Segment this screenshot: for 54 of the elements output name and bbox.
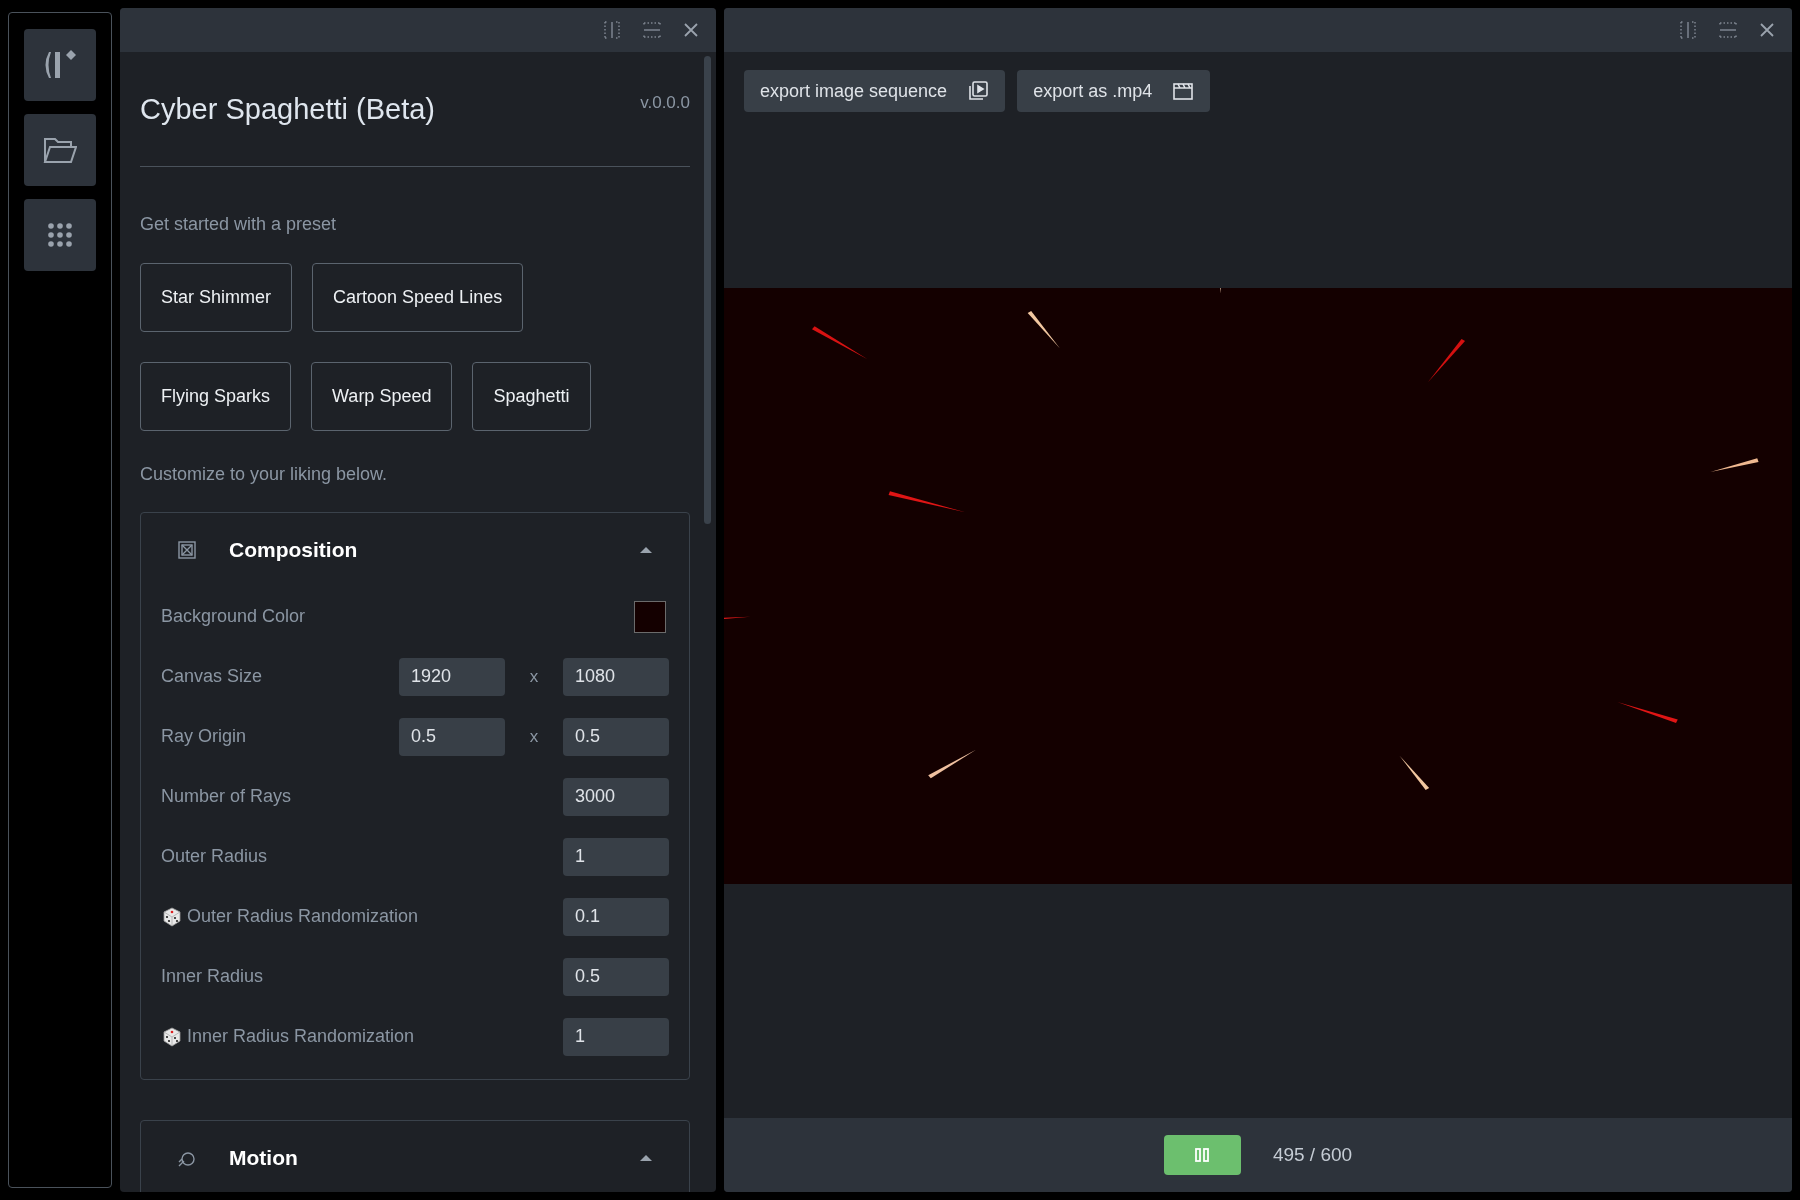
preset-prompt: Get started with a preset bbox=[140, 212, 338, 236]
collapse-caret-icon[interactable] bbox=[639, 1153, 653, 1162]
number-field[interactable]: 3000 bbox=[563, 777, 669, 816]
apps-button[interactable] bbox=[24, 199, 96, 271]
field-label: Canvas Size bbox=[161, 665, 263, 688]
section-title[interactable]: Motion bbox=[229, 1141, 639, 1174]
preset-button[interactable]: Cartoon Speed Lines bbox=[312, 262, 524, 332]
split-columns-icon[interactable] bbox=[602, 20, 622, 40]
app-title: Cyber Spaghetti (Beta) bbox=[140, 92, 435, 127]
number-field[interactable]: 1 bbox=[563, 837, 669, 876]
split-rows-icon[interactable] bbox=[642, 20, 662, 40]
number-field[interactable]: 0.5 bbox=[563, 957, 669, 996]
dice-icon bbox=[161, 905, 183, 928]
open-folder-button[interactable] bbox=[24, 114, 96, 186]
version-label: v.0.0.0 bbox=[640, 92, 690, 114]
preset-button[interactable]: Star Shimmer bbox=[140, 262, 293, 332]
folder-icon bbox=[43, 136, 77, 164]
clapperboard-icon bbox=[1172, 81, 1195, 101]
separator-text: x bbox=[528, 665, 540, 688]
preset-button[interactable]: Flying Sparks bbox=[140, 361, 292, 431]
field-label: Inner Radius bbox=[161, 965, 264, 988]
logo-button[interactable] bbox=[24, 29, 96, 101]
export-button[interactable]: export image sequence bbox=[744, 70, 1006, 112]
split-rows-icon[interactable] bbox=[1718, 20, 1738, 40]
section-title[interactable]: Composition bbox=[229, 533, 639, 566]
number-field[interactable]: 0.5 bbox=[399, 717, 505, 756]
field-label: Ray Origin bbox=[161, 725, 247, 748]
number-field[interactable]: 1 bbox=[563, 1017, 669, 1056]
frame-icon bbox=[177, 539, 197, 560]
field-label: Outer Radius bbox=[161, 845, 268, 868]
pause-icon bbox=[1194, 1147, 1211, 1163]
frame-counter: 495 / 600 bbox=[1272, 1142, 1353, 1167]
preset-button[interactable]: Warp Speed bbox=[311, 361, 453, 431]
number-field[interactable]: 0.1 bbox=[563, 897, 669, 936]
grid-icon bbox=[47, 222, 73, 248]
scrollbar-thumb[interactable] bbox=[704, 56, 711, 524]
split-columns-icon[interactable] bbox=[1678, 20, 1698, 40]
preset-button[interactable]: Spaghetti bbox=[472, 361, 591, 431]
field-label: Number of Rays bbox=[161, 785, 292, 808]
field-label: Outer Radius Randomization bbox=[187, 905, 419, 928]
dice-icon bbox=[161, 1025, 183, 1048]
close-icon[interactable] bbox=[1758, 21, 1776, 39]
number-field[interactable]: 0.5 bbox=[563, 717, 669, 756]
image-stack-icon bbox=[967, 80, 990, 102]
export-button[interactable]: export as .mp4 bbox=[1017, 70, 1211, 112]
number-field[interactable]: 1920 bbox=[399, 657, 505, 696]
close-icon[interactable] bbox=[682, 21, 700, 39]
collapse-caret-icon[interactable] bbox=[639, 545, 653, 554]
field-label: Background Color bbox=[161, 605, 306, 628]
customize-hint: Customize to your liking below. bbox=[140, 462, 389, 486]
number-field[interactable]: 1080 bbox=[563, 657, 669, 696]
color-swatch[interactable] bbox=[634, 600, 666, 633]
separator-text: x bbox=[528, 725, 540, 748]
field-label: Inner Radius Randomization bbox=[187, 1025, 415, 1048]
